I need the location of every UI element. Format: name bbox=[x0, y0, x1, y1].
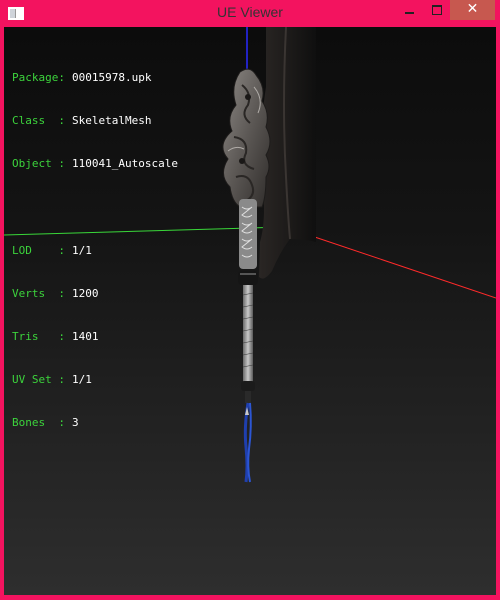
3d-viewport[interactable]: Package: 00015978.upk Class : SkeletalMesh… bbox=[4, 27, 496, 595]
hud-value: 1/1 bbox=[72, 373, 92, 387]
hud-row-package: Package: 00015978.upk bbox=[12, 71, 178, 85]
hud-key: Verts : bbox=[12, 286, 65, 300]
hud-row-class: Class : SkeletalMesh bbox=[12, 114, 178, 128]
hud-value: SkeletalMesh bbox=[72, 114, 152, 128]
hud-value: 3 bbox=[72, 416, 79, 430]
hud-row-verts: Verts : 1200 bbox=[12, 287, 178, 301]
title-bar[interactable]: UE Viewer ✕ bbox=[0, 0, 500, 27]
ring-highlight bbox=[240, 273, 256, 275]
hud-value: 110041_Autoscale bbox=[72, 157, 178, 171]
maximize-icon bbox=[432, 5, 442, 15]
hud-key: UV Set : bbox=[12, 373, 65, 387]
shaft bbox=[243, 285, 253, 383]
pommel bbox=[241, 381, 255, 391]
hud-key: Tris : bbox=[12, 330, 65, 344]
pommel-stem bbox=[245, 391, 251, 403]
close-icon: ✕ bbox=[466, 1, 479, 17]
hud-value: 1200 bbox=[72, 286, 99, 300]
hud-key: Package: bbox=[12, 70, 65, 84]
minimize-button[interactable] bbox=[396, 0, 424, 20]
hud-key: Object : bbox=[12, 157, 65, 171]
ornate-guard bbox=[222, 68, 271, 208]
hud-row-object: Object : 110041_Autoscale bbox=[12, 157, 178, 171]
maximize-button[interactable] bbox=[424, 0, 450, 20]
hud-row-bones: Bones : 3 bbox=[12, 416, 178, 430]
hud-row-lod: LOD : 1/1 bbox=[12, 244, 178, 258]
hud-spacer bbox=[12, 200, 178, 214]
hud-key: Bones : bbox=[12, 416, 65, 430]
hud-value: 1401 bbox=[72, 330, 99, 344]
ornate-collar bbox=[239, 199, 257, 269]
mesh-info-overlay: Package: 00015978.upk Class : SkeletalMesh… bbox=[12, 42, 178, 460]
x-axis-line bbox=[284, 226, 496, 299]
close-button[interactable]: ✕ bbox=[450, 0, 495, 20]
hud-row-uvset: UV Set : 1/1 bbox=[12, 373, 178, 387]
hud-key: Class : bbox=[12, 114, 65, 128]
minimize-icon bbox=[405, 12, 414, 14]
hud-key: LOD : bbox=[12, 243, 65, 257]
hud-value: 1/1 bbox=[72, 243, 92, 257]
app-window: UE Viewer ✕ Package: 00015978.upk Class … bbox=[0, 0, 500, 600]
hud-row-tris: Tris : 1401 bbox=[12, 330, 178, 344]
blue-tassel bbox=[243, 402, 252, 483]
hud-value: 00015978.upk bbox=[72, 70, 152, 84]
